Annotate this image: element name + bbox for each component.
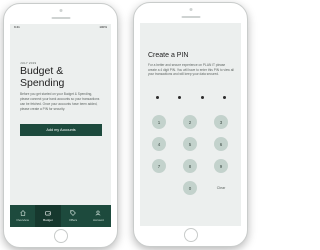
page-title: Budget & Spending: [20, 65, 65, 89]
key-2[interactable]: 2: [183, 115, 197, 129]
user-icon: [95, 210, 101, 216]
status-battery: 100%: [99, 25, 107, 29]
budget-screen: 9:41 100% JULY 2019 Budget & Spending Be…: [10, 24, 111, 227]
key-3[interactable]: 3: [214, 115, 228, 129]
key-1[interactable]: 1: [152, 115, 166, 129]
status-bar: 9:41 100%: [10, 24, 111, 31]
tab-offers[interactable]: Offers: [61, 205, 86, 227]
key-7[interactable]: 7: [152, 159, 166, 173]
pin-description: For a better and secure experience on PL…: [148, 63, 234, 77]
key-9[interactable]: 9: [214, 159, 228, 173]
home-button[interactable]: [183, 228, 198, 242]
create-pin-screen: Create a PIN For a better and secure exp…: [140, 23, 241, 226]
status-time: 9:41: [14, 25, 20, 29]
tab-overview-label: Overview: [16, 218, 29, 222]
tab-budget-label: Budget: [43, 218, 53, 222]
intro-text: Before you get started on your Budget & …: [20, 92, 100, 111]
key-6[interactable]: 6: [214, 137, 228, 151]
key-4[interactable]: 4: [152, 137, 166, 151]
add-accounts-button[interactable]: Add my Accounts: [20, 124, 102, 136]
pin-dot: [222, 96, 226, 99]
earpiece: [181, 16, 200, 18]
keypad: 1 2 3 4 5 6 7 8 9 0 Clear: [140, 115, 241, 225]
key-8[interactable]: 8: [183, 159, 197, 173]
earpiece: [51, 17, 70, 19]
tab-account[interactable]: Account: [86, 205, 111, 227]
tab-overview[interactable]: Overview: [10, 205, 35, 227]
phone-left: 9:41 100% JULY 2019 Budget & Spending Be…: [3, 3, 118, 248]
pin-dot: [178, 96, 182, 99]
tab-bar: Overview Budget Offers Account: [10, 205, 111, 227]
key-0[interactable]: 0: [183, 181, 197, 195]
camera-dot: [189, 8, 192, 11]
clear-button[interactable]: Clear: [214, 181, 228, 195]
key-5[interactable]: 5: [183, 137, 197, 151]
tag-icon: [70, 210, 76, 216]
tab-offers-label: Offers: [69, 218, 78, 222]
tab-budget[interactable]: Budget: [35, 205, 61, 227]
tab-account-label: Account: [92, 218, 104, 222]
pin-dot: [156, 96, 159, 99]
pin-indicator: [156, 96, 226, 99]
wallet-icon: [45, 211, 51, 216]
pin-dot: [200, 96, 204, 99]
home-button[interactable]: [53, 229, 68, 243]
phone-right: Create a PIN For a better and secure exp…: [133, 2, 248, 247]
camera-dot: [59, 9, 62, 12]
home-icon: [20, 210, 26, 216]
pin-title: Create a PIN: [148, 52, 189, 59]
